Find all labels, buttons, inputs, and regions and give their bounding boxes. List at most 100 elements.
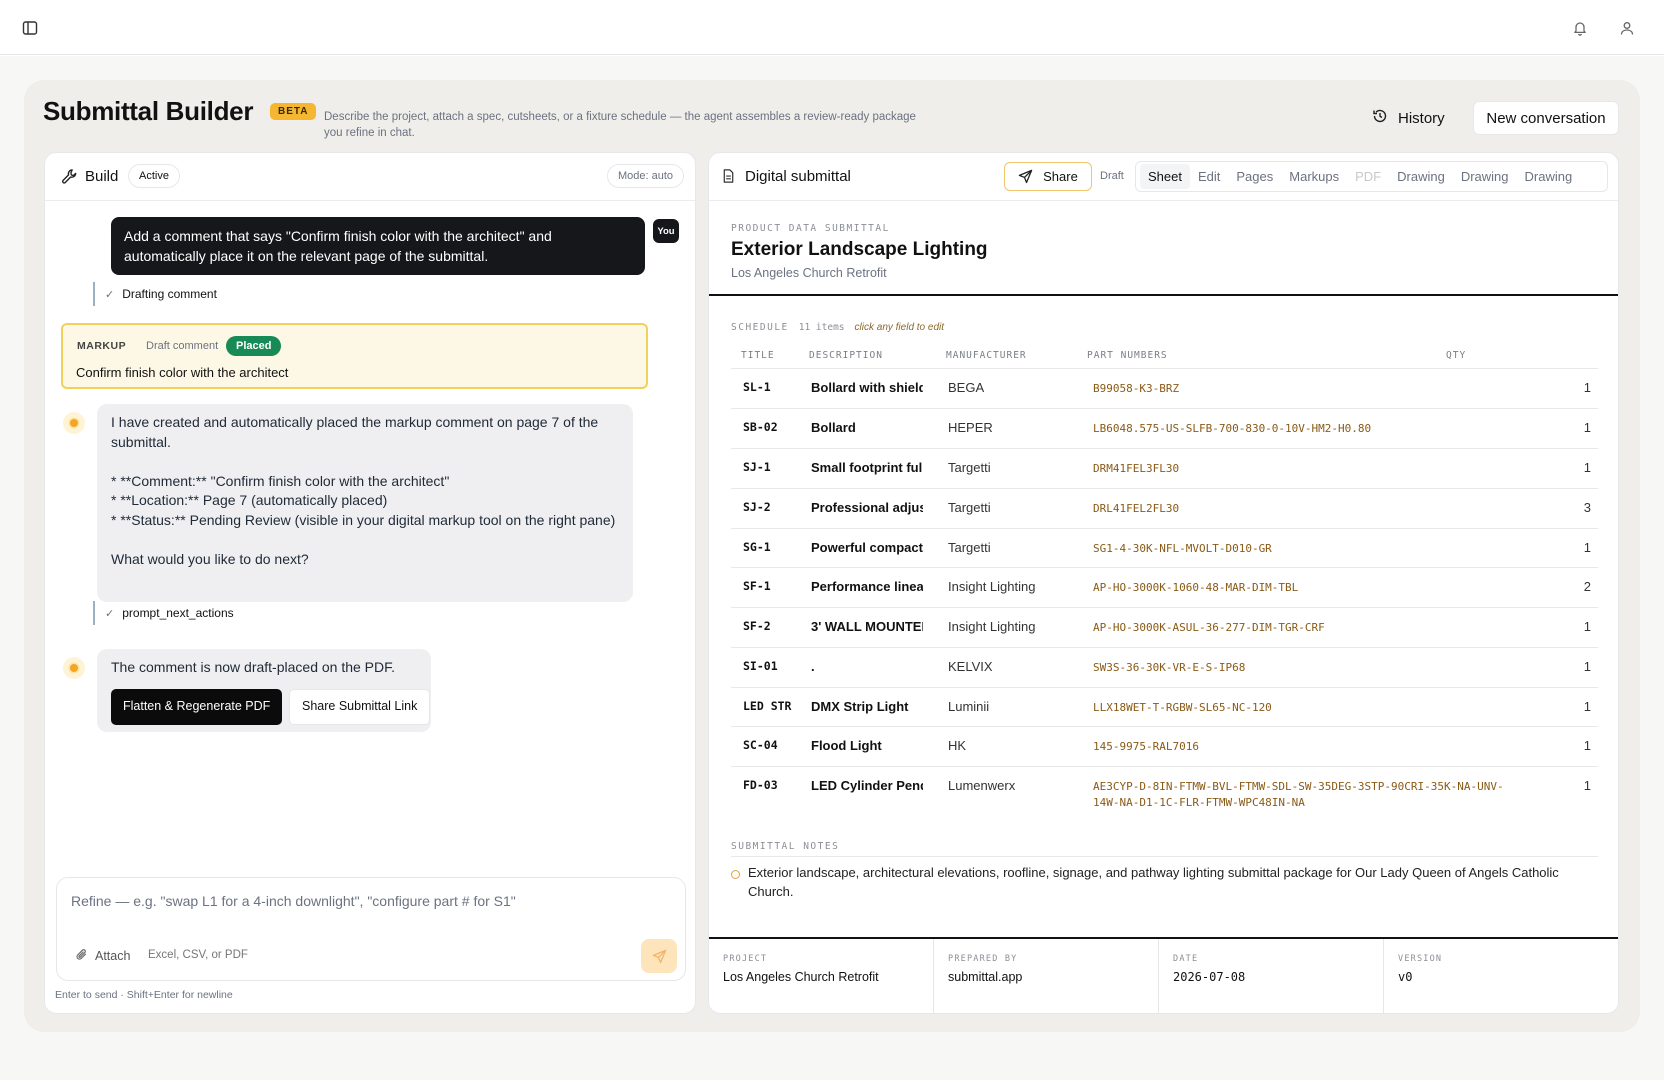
column-header: DESCRIPTION	[809, 350, 883, 361]
table-row[interactable]: SC-04 Flood Light HK 145-9975-RAL7016 1	[731, 726, 1598, 766]
cell-part-number[interactable]: DRM41FEL3FL30	[1093, 461, 1513, 477]
cell-manufacturer[interactable]: Insight Lighting	[948, 619, 1088, 634]
tab-markups[interactable]: Markups	[1281, 164, 1347, 189]
table-row[interactable]: SJ-1 Small footprint fully Targetti DRM41FE…	[731, 448, 1598, 488]
cell-part-number[interactable]: LLX18WET-T-RGBW-SL65-NC-120	[1093, 700, 1513, 716]
cell-description[interactable]: Performance linear	[811, 579, 923, 594]
cell-part-number[interactable]: AP-HO-3000K-ASUL-36-277-DIM-TGR-CRF	[1093, 620, 1513, 636]
cell-description[interactable]: .	[811, 659, 923, 674]
cell-qty[interactable]: 1	[1531, 619, 1591, 634]
cell-description[interactable]: Professional adjustable	[811, 500, 923, 515]
cell-part-number[interactable]: AE3CYP-D-8IN-FTMW-BVL-FTMW-SDL-SW-35DEG-…	[1093, 779, 1513, 811]
cell-description[interactable]: LED Cylinder Pendant	[811, 778, 923, 793]
cell-qty[interactable]: 1	[1531, 380, 1591, 395]
cell-qty[interactable]: 1	[1531, 460, 1591, 475]
cell-title[interactable]: FD-03	[743, 778, 813, 792]
cell-qty[interactable]: 1	[1531, 738, 1591, 753]
sidebar-toggle-icon[interactable]	[19, 17, 41, 39]
submittal-notes[interactable]: Exterior landscape, architectural elevat…	[748, 863, 1598, 901]
cell-part-number[interactable]: SG1-4-30K-NFL-MVOLT-D010-GR	[1093, 541, 1513, 557]
tab-drawing[interactable]: Drawing	[1517, 164, 1581, 189]
send-icon	[1018, 169, 1033, 184]
tab-drawing[interactable]: Drawing	[1389, 164, 1453, 189]
cell-description[interactable]: DMX Strip Light	[811, 699, 923, 714]
table-row[interactable]: SJ-2Professional adjustable Targetti DRL41…	[731, 488, 1598, 528]
history-button[interactable]: History	[1372, 102, 1445, 134]
cell-manufacturer[interactable]: Insight Lighting	[948, 579, 1088, 594]
cell-qty[interactable]: 1	[1531, 420, 1591, 435]
cell-qty[interactable]: 2	[1531, 579, 1591, 594]
cell-part-number[interactable]: B99058-K3-BRZ	[1093, 381, 1513, 397]
cell-part-number[interactable]: AP-HO-3000K-1060-48-MAR-DIM-TBL	[1093, 580, 1513, 596]
user-icon[interactable]	[1616, 17, 1638, 39]
composer[interactable]: Refine — e.g. "swap L1 for a 4-inch down…	[56, 877, 686, 981]
table-row[interactable]: SI-01. KELVIX SW3S-36-30K-VR-E-S-IP68 1	[731, 647, 1598, 687]
mode-toggle[interactable]: Mode: auto	[607, 164, 685, 188]
history-icon	[1372, 108, 1388, 128]
cell-description[interactable]: Bollard	[811, 420, 923, 435]
attach-button[interactable]: Attach	[75, 948, 130, 964]
assistant-avatar-icon	[63, 412, 85, 434]
cell-title[interactable]: SG-1	[743, 540, 813, 554]
cell-title[interactable]: SF-2	[743, 619, 813, 633]
table-row[interactable]: LED STR DMX Strip Light Luminii LLX18WET-T-…	[731, 687, 1598, 726]
cell-title[interactable]: LED STR	[743, 699, 813, 713]
cell-manufacturer[interactable]: Luminii	[948, 699, 1088, 714]
column-header: PART NUMBERS	[1087, 350, 1168, 361]
cell-title[interactable]: SB-02	[743, 420, 813, 434]
send-button[interactable]	[641, 939, 677, 973]
cell-manufacturer[interactable]: HK	[948, 738, 1088, 753]
cell-description[interactable]: Powerful compact	[811, 540, 923, 555]
cell-qty[interactable]: 1	[1531, 778, 1591, 793]
table-row[interactable]: FD-03LED Cylinder Pendant Lumenwerx AE3CYP…	[731, 766, 1598, 814]
bell-icon[interactable]	[1569, 17, 1591, 39]
share-link-button[interactable]: Share Submittal Link	[289, 689, 431, 725]
cell-manufacturer[interactable]: Targetti	[948, 500, 1088, 515]
cell-manufacturer[interactable]: Targetti	[948, 460, 1088, 475]
tab-drawing[interactable]: Drawing	[1453, 164, 1517, 189]
cell-manufacturer[interactable]: BEGA	[948, 380, 1088, 395]
markup-card[interactable]: MARKUP Draft comment Placed Confirm fini…	[61, 323, 648, 389]
table-row[interactable]: SG-1 Powerful compact Targetti SG1-4-30K-NF…	[731, 528, 1598, 567]
new-conversation-button[interactable]: New conversation	[1473, 101, 1619, 135]
cell-part-number[interactable]: LB6048.575-US-SLFB-700-830-0-10V-HM2-H0.…	[1093, 421, 1513, 437]
cell-description[interactable]: Flood Light	[811, 738, 923, 753]
user-avatar: You	[653, 219, 679, 243]
cell-description[interactable]: Small footprint fully	[811, 460, 923, 475]
submittal-subtitle[interactable]: Los Angeles Church Retrofit	[731, 266, 887, 280]
cell-qty[interactable]: 1	[1531, 540, 1591, 555]
tab-sheet[interactable]: Sheet	[1140, 164, 1190, 189]
table-row[interactable]: SF-1 Performance linear Insight Lighting AP…	[731, 567, 1598, 607]
cell-qty[interactable]: 1	[1531, 659, 1591, 674]
cell-qty[interactable]: 1	[1531, 699, 1591, 714]
table-row[interactable]: SL-1Bollard with shielded BEGA B99058-K3-B…	[731, 368, 1598, 408]
flatten-regenerate-button[interactable]: Flatten & Regenerate PDF	[111, 689, 283, 725]
cell-part-number[interactable]: 145-9975-RAL7016	[1093, 739, 1513, 755]
cell-description[interactable]: Bollard with shielded	[811, 380, 923, 395]
cell-manufacturer[interactable]: Lumenwerx	[948, 778, 1088, 793]
wrench-icon	[61, 168, 78, 190]
cell-title[interactable]: SJ-2	[743, 500, 813, 514]
cell-manufacturer[interactable]: Targetti	[948, 540, 1088, 555]
tab-pdf[interactable]: PDF	[1347, 164, 1389, 189]
cell-manufacturer[interactable]: KELVIX	[948, 659, 1088, 674]
cell-title[interactable]: SI-01	[743, 659, 813, 673]
footer-key: PROJECT	[723, 954, 768, 964]
cell-part-number[interactable]: SW3S-36-30K-VR-E-S-IP68	[1093, 660, 1513, 676]
table-row[interactable]: SF-2 3' WALL MOUNTED Insight Lighting AP-HO…	[731, 607, 1598, 647]
cell-description[interactable]: 3' WALL MOUNTED	[811, 619, 923, 634]
cell-manufacturer[interactable]: HEPER	[948, 420, 1088, 435]
cell-qty[interactable]: 3	[1531, 500, 1591, 515]
cell-part-number[interactable]: DRL41FEL2FL30	[1093, 501, 1513, 517]
tab-pages[interactable]: Pages	[1228, 164, 1281, 189]
footer-key: VERSION	[1398, 954, 1443, 964]
composer-input[interactable]: Refine — e.g. "swap L1 for a 4-inch down…	[71, 893, 516, 909]
cell-title[interactable]: SJ-1	[743, 460, 813, 474]
share-button[interactable]: Share	[1004, 162, 1092, 191]
submittal-title[interactable]: Exterior Landscape Lighting	[731, 239, 988, 261]
cell-title[interactable]: SF-1	[743, 579, 813, 593]
cell-title[interactable]: SL-1	[743, 380, 813, 394]
tab-edit[interactable]: Edit	[1190, 164, 1228, 189]
cell-title[interactable]: SC-04	[743, 738, 813, 752]
table-row[interactable]: SB-02 Bollard HEPER LB6048.575-US-SLFB-700-…	[731, 408, 1598, 448]
